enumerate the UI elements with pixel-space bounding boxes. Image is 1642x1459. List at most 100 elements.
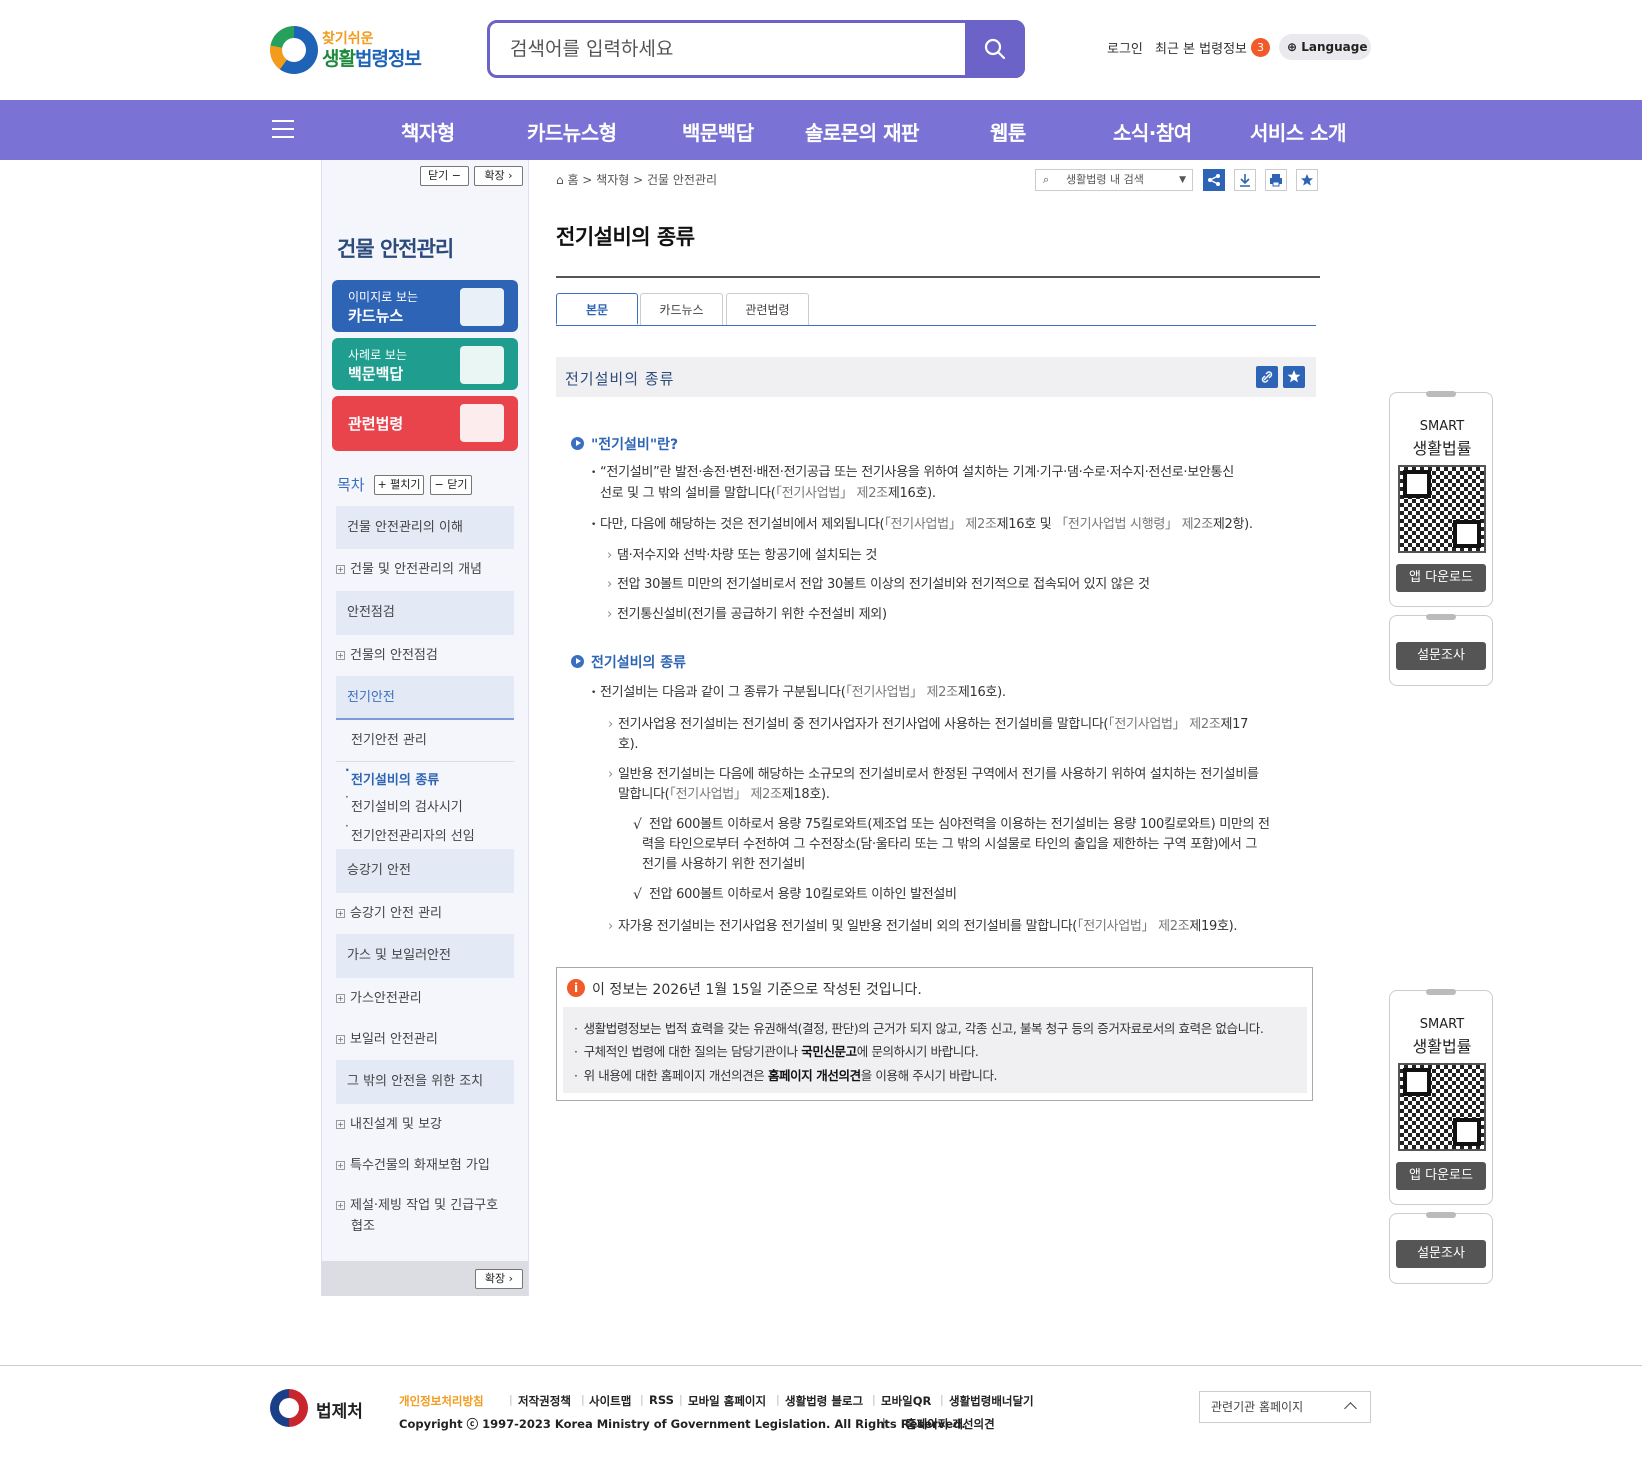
toc-subitem[interactable]: 전기안전관리자의 선임 (345, 819, 475, 844)
toc-section[interactable]: 안전점검 (336, 591, 514, 635)
copyright: Copyright ⓒ 1997-2023 Korea Ministry of … (399, 1417, 966, 1431)
widget-app-name: 생활법률 (1412, 1037, 1472, 1056)
toc-section[interactable]: 가스 및 보일러안전 (336, 934, 514, 978)
tab-cardnews[interactable]: 카드뉴스 (640, 293, 723, 325)
nav-item-about[interactable]: 서비스 소개 (1250, 117, 1346, 146)
footer-link-blog[interactable]: 생활법령 블로그 (785, 1393, 863, 1409)
nav-item-solomon[interactable]: 솔로몬의 재판 (805, 117, 919, 146)
toc-item[interactable]: + 건물의 안전점검 (336, 644, 438, 663)
paragraph: 다만, 다음에 해당하는 것은 전기설비에서 제외됩니다(「전기사업법」 제2조… (591, 515, 1253, 535)
toc-item[interactable]: + 제설·제빙 작업 및 긴급구호 (336, 1194, 498, 1213)
footer-link-privacy[interactable]: 개인정보처리방침 (399, 1393, 484, 1409)
related-laws-card[interactable]: 관련법령 (332, 396, 518, 451)
nav-item-webtoon[interactable]: 웹툰 (990, 117, 1026, 146)
sidebar-close-button[interactable]: 닫기 − (420, 166, 469, 186)
tab-underline (556, 325, 1316, 326)
language-button[interactable]: ⊕ Language (1279, 34, 1371, 60)
info-icon: i (567, 979, 585, 997)
section-bookmark-button[interactable] (1283, 366, 1305, 388)
footer-link-copyright[interactable]: 저작권정책 (518, 1393, 571, 1409)
menu-icon[interactable] (272, 120, 294, 138)
bookmark-button[interactable] (1296, 169, 1318, 191)
toc-section[interactable]: 그 밖의 안전을 위한 조치 (336, 1060, 514, 1104)
footer-sep: | (882, 1416, 886, 1429)
widget-hanger (1426, 391, 1456, 397)
home-icon[interactable]: ⌂ (556, 173, 564, 187)
link-button[interactable] (1256, 366, 1278, 388)
toc-close-button[interactable]: − 닫기 (430, 475, 472, 495)
plus-icon: + (336, 1035, 345, 1044)
sidebar-expand-button[interactable]: 확장 › (474, 166, 523, 186)
search-button[interactable] (965, 20, 1025, 78)
login-link[interactable]: 로그인 (1107, 38, 1143, 57)
toc-section-active[interactable]: 전기안전 (336, 676, 514, 720)
check-item: 전압 600볼트 이하로서 용량 10킬로와트 이하인 발전설비 (633, 885, 957, 905)
monitor-icon (460, 288, 504, 326)
search-input[interactable] (510, 35, 940, 63)
toc-item[interactable]: + 내진설계 및 보강 (336, 1113, 442, 1132)
footer-link-sitemap[interactable]: 사이트맵 (589, 1393, 631, 1409)
list-item-continued: 호). (618, 737, 639, 752)
toc-expand-button[interactable]: + 펼치기 (374, 475, 424, 495)
sidebar-footer-expand-button[interactable]: 확장 › (475, 1269, 523, 1289)
cardnews-card[interactable]: 이미지로 보는 카드뉴스 (332, 280, 518, 332)
nav-item-qna[interactable]: 백문백답 (682, 117, 754, 146)
nav-item-cardnews[interactable]: 카드뉴스형 (527, 117, 617, 146)
star-icon (1301, 174, 1313, 186)
title-divider (556, 276, 1320, 278)
nav-item-booklet[interactable]: 책자형 (401, 117, 455, 146)
plus-icon: + (336, 1201, 345, 1210)
toc-subitem-current[interactable]: 전기설비의 종류 (345, 763, 439, 788)
page-title: 전기설비의 종류 (556, 225, 695, 249)
related-sites-select[interactable]: 관련기관 홈페이지 (1199, 1391, 1371, 1423)
footer-link-banner[interactable]: 생활법령배너달기 (949, 1393, 1034, 1409)
footer-link-qr[interactable]: 모바일QR (881, 1393, 931, 1409)
share-button[interactable] (1203, 169, 1225, 191)
list-item: 일반용 전기설비는 다음에 해당하는 소규모의 전기설비로서 한정된 구역에서 … (608, 765, 1259, 785)
print-button[interactable] (1265, 169, 1287, 191)
footer-sep: | (640, 1393, 644, 1406)
footer-divider (0, 1365, 1642, 1366)
widget-hanger (1426, 989, 1456, 995)
widget-app-name: 생활법률 (1412, 439, 1472, 458)
toc-item[interactable]: + 건물 및 안전관리의 개념 (336, 558, 482, 577)
app-download-button[interactable]: 앱 다운로드 (1396, 1162, 1486, 1190)
magnifier-person-icon (460, 346, 504, 384)
toc-section[interactable]: 승강기 안전 (336, 849, 514, 893)
plus-icon: + (336, 909, 345, 918)
info-line: 구체적인 법령에 대한 질의는 담당기관이나 국민신문고에 문의하시기 바랍니다… (574, 1041, 979, 1060)
download-icon (1240, 174, 1250, 187)
qna-card[interactable]: 사례로 보는 백문백답 (332, 338, 518, 390)
check-item: 전압 600볼트 이하로서 용량 75킬로와트(제조업 또는 심야전력을 이용하… (633, 815, 1270, 835)
list-item: 전기통신설비(전기를 공급하기 위한 수전설비 제외) (607, 605, 887, 625)
footer-link-mobile[interactable]: 모바일 홈페이지 (688, 1393, 766, 1409)
footer-link-improve[interactable]: 홈페이지 개선의견 (906, 1416, 995, 1432)
tab-body[interactable]: 본문 (556, 293, 638, 325)
footer-link-rss[interactable]: RSS (649, 1393, 674, 1407)
toc-item[interactable]: + 보일러 안전관리 (336, 1028, 438, 1047)
divider (336, 761, 514, 762)
site-logo[interactable]: 찾기쉬운 생활법령정보 (270, 26, 435, 76)
toc-item[interactable]: + 승강기 안전 관리 (336, 902, 442, 921)
sidebar-title: 건물 안전관리 (337, 237, 454, 261)
footer-sep: | (509, 1393, 513, 1406)
qr-code-icon (1398, 1063, 1486, 1151)
globe-icon: ⊕ (1287, 40, 1298, 54)
toc-subitem[interactable]: 전기설비의 검사시기 (345, 790, 463, 815)
toc-item[interactable]: 전기안전 관리 (351, 729, 427, 748)
toc-item[interactable]: + 가스안전관리 (336, 987, 422, 1006)
nav-item-news[interactable]: 소식·참여 (1113, 117, 1192, 146)
footer-sep: | (872, 1393, 876, 1406)
toc-section[interactable]: 건물 안전관리의 이해 (336, 506, 514, 549)
survey-button[interactable]: 설문조사 (1396, 1240, 1486, 1268)
check-item-continued: 전기를 사용하기 위한 전기설비 (642, 857, 806, 872)
survey-button[interactable]: 설문조사 (1396, 642, 1486, 670)
toc-item[interactable]: + 특수건물의 화재보험 가입 (336, 1154, 490, 1173)
download-button[interactable] (1234, 169, 1256, 191)
app-download-button[interactable]: 앱 다운로드 (1396, 564, 1486, 592)
tab-related-laws[interactable]: 관련법령 (726, 293, 809, 325)
recent-laws-link[interactable]: 최근 본 법령정보 (1155, 38, 1247, 57)
toc-item-continued[interactable]: 협조 (351, 1215, 375, 1234)
inner-search-select[interactable]: ⌕ 생활법령 내 검색 ▼ (1035, 169, 1193, 191)
widget-hanger (1426, 614, 1456, 620)
